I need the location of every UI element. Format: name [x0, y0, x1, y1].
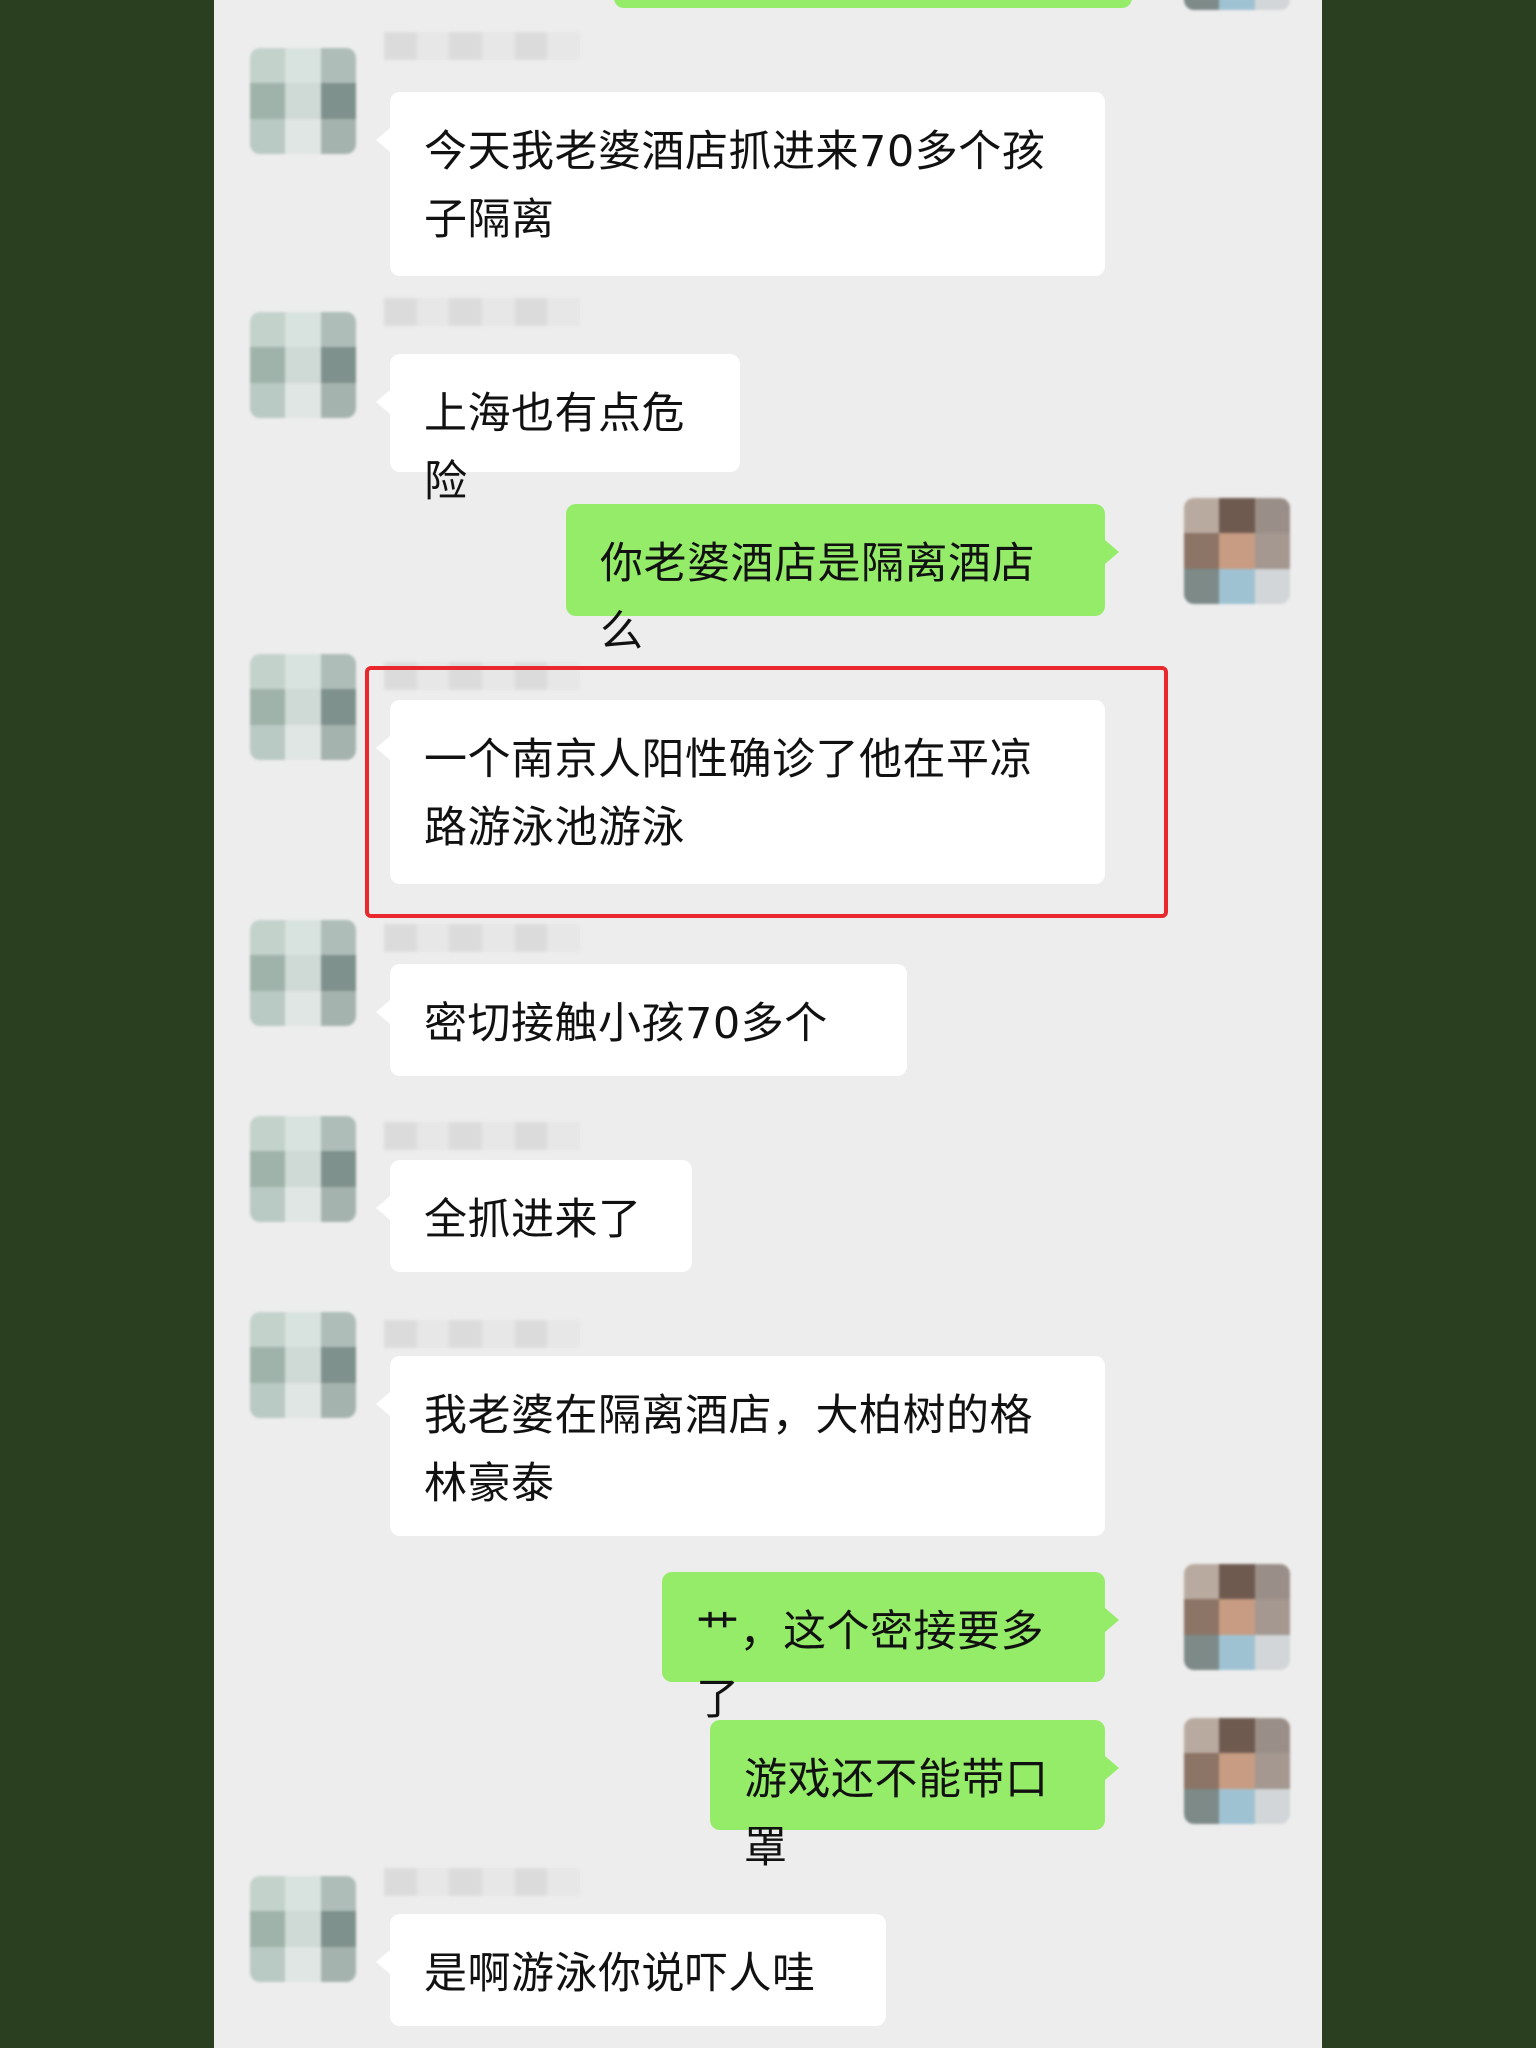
message-text: 游戏还不能带口罩	[744, 1755, 1049, 1873]
message-bubble[interactable]: 密切接触小孩70多个	[376, 964, 907, 1076]
friend-nickname-blurred	[384, 32, 580, 60]
friend-avatar[interactable]	[250, 48, 356, 154]
message-text: 密切接触小孩70多个	[424, 999, 828, 1049]
message-bubble[interactable]: 游戏还不能带口罩	[710, 1720, 1119, 1873]
message-text: 上海也有点危险	[424, 389, 685, 507]
my-avatar[interactable]	[1184, 0, 1290, 10]
message-text: 艹，这个密接要多了	[696, 1607, 1044, 1725]
message-bubble[interactable]: 你老婆酒店是隔离酒店么	[566, 504, 1119, 657]
message-text: 我老婆在隔离酒店，大柏树的格林豪泰	[424, 1391, 1033, 1509]
message-bubble-partial[interactable]	[614, 0, 1132, 8]
friend-avatar[interactable]	[250, 1876, 356, 1982]
friend-avatar[interactable]	[250, 1312, 356, 1418]
my-avatar[interactable]	[1184, 1564, 1290, 1670]
message-text: 全抓进来了	[424, 1195, 642, 1245]
friend-nickname-blurred	[384, 1122, 580, 1150]
message-bubble[interactable]: 今天我老婆酒店抓进来70多个孩子隔离	[376, 92, 1105, 276]
message-bubble[interactable]: 是啊游泳你说吓人哇	[376, 1914, 886, 2026]
message-text: 今天我老婆酒店抓进来70多个孩子隔离	[424, 127, 1046, 245]
message-bubble[interactable]: 我老婆在隔离酒店，大柏树的格林豪泰	[376, 1356, 1105, 1536]
friend-nickname-blurred	[384, 1320, 580, 1348]
friend-nickname-blurred	[384, 298, 580, 326]
message-bubble[interactable]: 艹，这个密接要多了	[662, 1572, 1119, 1725]
friend-avatar[interactable]	[250, 312, 356, 418]
message-bubble[interactable]: 一个南京人阳性确诊了他在平凉路游泳池游泳	[376, 700, 1105, 884]
my-avatar[interactable]	[1184, 498, 1290, 604]
friend-avatar[interactable]	[250, 1116, 356, 1222]
message-bubble[interactable]: 全抓进来了	[376, 1160, 692, 1272]
friend-nickname-blurred	[384, 662, 580, 690]
chat-window: 今天我老婆酒店抓进来70多个孩子隔离 上海也有点危险 你老婆酒店是隔离酒店么 一…	[214, 0, 1322, 2048]
message-text: 你老婆酒店是隔离酒店么	[600, 539, 1035, 657]
message-text: 一个南京人阳性确诊了他在平凉路游泳池游泳	[424, 735, 1033, 853]
friend-avatar[interactable]	[250, 654, 356, 760]
friend-nickname-blurred	[384, 924, 580, 952]
friend-nickname-blurred	[384, 1868, 580, 1896]
message-bubble[interactable]: 上海也有点危险	[376, 354, 740, 507]
my-avatar[interactable]	[1184, 1718, 1290, 1824]
friend-avatar[interactable]	[250, 920, 356, 1026]
message-text: 是啊游泳你说吓人哇	[424, 1949, 816, 1999]
